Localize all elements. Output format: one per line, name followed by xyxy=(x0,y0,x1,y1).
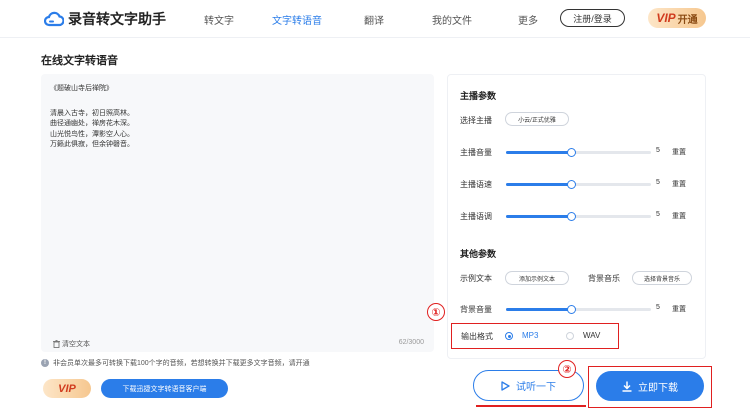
login-button[interactable]: 注册/登录 xyxy=(560,9,625,27)
slider-fill xyxy=(506,215,572,218)
text-editor[interactable]: 《题破山寺后禅院》 清晨入古寺，初日照高林。 曲径通幽处，禅房花木深。 山光悦鸟… xyxy=(41,74,434,352)
poem-line: 万籁此俱寂，但余钟磬音。 xyxy=(50,141,134,148)
select-anchor-label: 选择主播 xyxy=(460,116,492,125)
anchor-select-button[interactable]: 小云/正式优雅 xyxy=(505,112,569,126)
nav-speech-to-text[interactable]: 转文字 xyxy=(204,12,234,27)
bg-music-label: 背景音乐 xyxy=(588,274,620,283)
vip-text: VIP xyxy=(656,11,676,25)
vip-action-text: 开通 xyxy=(677,14,698,26)
anchor-speed-slider[interactable] xyxy=(506,180,651,189)
anchor-volume-slider[interactable] xyxy=(506,148,651,157)
annotation-underline xyxy=(476,405,586,407)
preview-listen-label: 试听一下 xyxy=(516,382,556,393)
clear-text-label: 清空文本 xyxy=(62,341,90,348)
settings-panel: 主播参数 选择主播 小云/正式优雅 主播音量 5 重置 主播语速 5 重置 主播… xyxy=(447,74,706,359)
poem-line: 清晨入古寺，初日照高林。 xyxy=(50,109,134,117)
slider-handle[interactable] xyxy=(566,180,576,189)
app-name: 录音转文字助手 xyxy=(68,11,166,27)
poem-title: 《题破山寺后禅院》 xyxy=(50,85,113,92)
trash-icon xyxy=(53,340,60,348)
app-logo[interactable]: 录音转文字助手 xyxy=(44,9,166,29)
download-client-button[interactable]: 下载迅捷文字转语音客户端 xyxy=(101,379,228,398)
slider-fill xyxy=(506,308,572,311)
reset-button[interactable]: 重置 xyxy=(672,304,686,314)
slider-fill xyxy=(506,183,572,186)
clear-text-button[interactable]: 清空文本 xyxy=(53,339,90,349)
download-now-label: 立即下载 xyxy=(638,382,678,394)
reset-button[interactable]: 重置 xyxy=(672,147,686,157)
play-icon xyxy=(501,380,510,391)
anchor-params-title: 主播参数 xyxy=(460,91,497,101)
vip-open-button[interactable]: VIP 开通 xyxy=(648,8,706,28)
nav-more[interactable]: 更多 xyxy=(518,12,538,27)
sample-text-label: 示例文本 xyxy=(460,274,492,283)
vip-badge[interactable]: VIP xyxy=(43,379,91,398)
slider-value: 5 xyxy=(656,147,660,154)
radio-mp3-label[interactable]: MP3 xyxy=(522,331,538,340)
output-format-label: 输出格式 xyxy=(461,332,493,341)
nav-my-files[interactable]: 我的文件 xyxy=(432,12,472,27)
radio-wav[interactable] xyxy=(566,332,574,340)
char-counter: 62/3000 xyxy=(398,339,424,346)
slider-label: 主播语速 xyxy=(460,180,492,189)
radio-mp3[interactable] xyxy=(505,332,513,340)
reset-button[interactable]: 重置 xyxy=(672,211,686,221)
annotation-marker-1: ① xyxy=(427,303,445,321)
annotation-marker-2: ② xyxy=(558,360,576,378)
cloud-logo-icon xyxy=(44,11,64,27)
editor-content: 《题破山寺后禅院》 清晨入古寺，初日照高林。 曲径通幽处，禅房花木深。 山光悦鸟… xyxy=(50,84,134,151)
info-icon: ! xyxy=(41,359,49,367)
anchor-pitch-slider[interactable] xyxy=(506,212,651,221)
top-header: 录音转文字助手 转文字 文字转语音 翻译 我的文件 更多 注册/登录 VIP 开… xyxy=(0,0,750,38)
slider-label: 背景音量 xyxy=(460,305,492,314)
nav-text-to-speech[interactable]: 文字转语音 xyxy=(272,12,322,27)
slider-handle[interactable] xyxy=(566,148,576,157)
bg-volume-slider[interactable] xyxy=(506,305,651,314)
reset-button[interactable]: 重置 xyxy=(672,179,686,189)
other-params-title: 其他参数 xyxy=(460,249,497,259)
download-icon xyxy=(622,381,632,392)
slider-label: 主播音量 xyxy=(460,148,492,157)
radio-wav-label[interactable]: WAV xyxy=(583,331,600,340)
notice-text: 非会员单次最多可转换下载100个字的音频，若想转换并下载更多文字音频，请开通 xyxy=(53,360,310,367)
member-notice: ! 非会员单次最多可转换下载100个字的音频，若想转换并下载更多文字音频，请开通 xyxy=(41,358,310,368)
slider-fill xyxy=(506,151,572,154)
slider-value: 5 xyxy=(656,179,660,186)
slider-label: 主播语调 xyxy=(460,212,492,221)
slider-handle[interactable] xyxy=(566,212,576,221)
poem-line: 曲径通幽处，禅房花木深。 xyxy=(50,120,134,127)
poem-line: 山光悦鸟性，潭影空人心。 xyxy=(50,130,134,138)
download-now-button[interactable]: 立即下载 xyxy=(596,371,704,401)
slider-handle[interactable] xyxy=(566,305,576,314)
nav-translate[interactable]: 翻译 xyxy=(364,12,384,27)
slider-value: 5 xyxy=(656,211,660,218)
output-format-group: 输出格式 MP3 WAV xyxy=(451,323,619,349)
page-title: 在线文字转语音 xyxy=(41,55,118,67)
select-bg-music-button[interactable]: 选择背景音乐 xyxy=(632,271,692,285)
slider-value: 5 xyxy=(656,304,660,311)
add-sample-text-button[interactable]: 添加示例文本 xyxy=(505,271,569,285)
